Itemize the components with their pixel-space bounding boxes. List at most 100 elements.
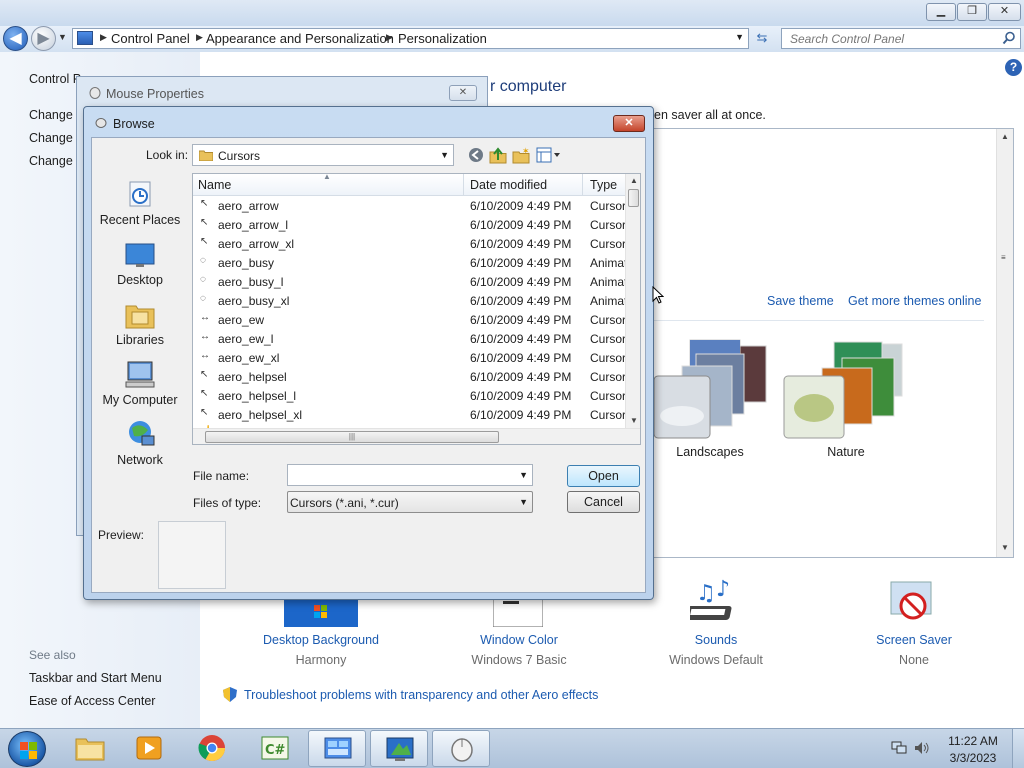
theme-scrollbar[interactable]: ▲ ≡ ▼ [996,129,1013,557]
up-folder-icon[interactable] [489,146,507,164]
file-row[interactable]: ↖ aero_helpsel_l 6/10/2009 4:49 PM Cursor [193,386,625,405]
theme-label-landscapes[interactable]: Landscapes [650,445,770,459]
clock-date[interactable]: 3/3/2023 [940,751,1006,765]
file-row[interactable]: ↖ aero_arrow_xl 6/10/2009 4:49 PM Cursor [193,234,625,253]
taskbar-start-menu-link[interactable]: Taskbar and Start Menu [29,671,162,685]
chevron-down-icon[interactable]: ▼ [440,150,449,160]
taskbar-csharp[interactable]: C# [246,730,304,767]
back-button[interactable]: ◀ [3,26,28,51]
sidebar-link-2[interactable]: Change [29,131,73,145]
minimize-button[interactable]: ▁ [926,3,956,21]
chevron-right-icon[interactable]: ▶ [386,32,393,43]
window-color-link[interactable]: Window Color [439,633,599,647]
libraries-icon [125,305,155,329]
back-icon[interactable] [467,146,485,164]
chevron-down-icon[interactable]: ▼ [519,497,528,507]
breadcrumb-personalization[interactable]: Personalization [398,31,487,46]
open-button[interactable]: Open [567,465,640,487]
file-row[interactable]: ◌ aero_busy 6/10/2009 4:49 PM Animated [193,253,625,272]
control-panel-icon [77,31,93,45]
get-more-themes-link[interactable]: Get more themes online [848,294,981,308]
chevron-right-icon[interactable]: ▶ [196,32,203,43]
chevron-down-icon[interactable]: ▼ [735,32,744,42]
ease-of-access-link[interactable]: Ease of Access Center [29,694,155,708]
desktop-background-icon[interactable] [284,597,358,627]
file-type: Cursor [590,332,625,346]
column-header-name[interactable]: Name [198,178,231,192]
window-color-icon[interactable] [493,597,543,627]
file-row[interactable]: ◌ aero_busy_xl 6/10/2009 4:49 PM Animated [193,291,625,310]
file-row[interactable]: ↖ aero_arrow_l 6/10/2009 4:49 PM Cursor [193,215,625,234]
desktop-background-link[interactable]: Desktop Background [241,633,401,647]
sounds-link[interactable]: Sounds [636,633,796,647]
clock-time[interactable]: 11:22 AM [940,734,1006,748]
taskbar-personalization[interactable] [370,730,428,767]
chevron-right-icon[interactable]: ▶ [100,32,107,43]
windows-logo-icon [20,742,28,750]
mouse-cursor-icon [652,286,664,304]
horizontal-scrollbar[interactable]: ||| [193,428,640,444]
sidebar-control-panel-home[interactable]: Control P [29,72,81,86]
save-theme-link[interactable]: Save theme [767,294,834,308]
close-button[interactable]: ✕ [988,3,1021,21]
help-icon[interactable]: ? [1005,59,1022,76]
sort-ascending-icon: ▲ [323,173,331,181]
column-header-type[interactable]: Type [590,178,617,192]
breadcrumb-appearance[interactable]: Appearance and Personalization [206,31,394,46]
show-desktop-button[interactable] [1012,729,1024,768]
file-list[interactable]: ▲ Name Date modified Type ↖ aero_arrow 6/1… [192,173,641,445]
volume-icon[interactable] [914,741,930,755]
file-row[interactable]: ↖ aero_arrow 6/10/2009 4:49 PM Cursor [193,196,625,215]
file-name-input[interactable]: ▼ [287,464,533,486]
close-button[interactable]: ✕ [449,85,477,101]
taskbar-chrome[interactable] [183,730,241,767]
file-row[interactable]: ↔ aero_ew_l 6/10/2009 4:49 PM Cursor [193,329,625,348]
start-button[interactable] [8,731,46,767]
landscapes-theme-thumbnail[interactable] [650,332,770,440]
nature-theme-thumbnail[interactable] [782,332,910,440]
my-computer-icon [125,361,155,388]
taskbar-control-panel[interactable] [308,730,366,767]
place-label: Desktop [117,273,163,287]
vertical-scrollbar[interactable]: ▲ ▼ [625,174,640,428]
place-label: My Computer [102,393,178,407]
file-name: aero_arrow_l [218,218,289,232]
places-bar: Recent Places Desktop Libraries My Compu… [92,174,187,467]
close-button[interactable]: ✕ [613,115,645,132]
search-input[interactable]: Search Control Panel [781,28,1021,49]
file-row[interactable]: ◌ aero_busy_l 6/10/2009 4:49 PM Animated [193,272,625,291]
recent-pages-dropdown[interactable]: ▼ [58,32,67,42]
screen-saver-icon[interactable] [889,578,937,626]
taskbar-media-player[interactable] [120,730,178,767]
network-tray-icon[interactable] [891,741,907,755]
taskbar-explorer[interactable] [61,730,119,767]
taskbar-mouse-properties[interactable] [432,730,490,767]
sounds-icon[interactable]: ♫ ♪ [690,578,742,626]
refresh-icon[interactable]: ⇆ [752,30,772,48]
forward-button[interactable]: ▶ [31,26,56,51]
view-menu-icon[interactable] [535,146,561,164]
file-row[interactable]: ↖ aero_helpsel 6/10/2009 4:49 PM Cursor [193,367,625,386]
chevron-down-icon[interactable]: ▼ [519,470,528,480]
maximize-button[interactable]: ❐ [957,3,987,21]
files-of-type-select[interactable]: Cursors (*.ani, *.cur) ▼ [287,491,533,513]
svg-text:C#: C# [265,743,286,758]
theme-label-nature[interactable]: Nature [786,445,906,459]
column-header-date[interactable]: Date modified [470,178,547,192]
file-row[interactable]: ↖ aero_helpsel_xl 6/10/2009 4:49 PM Cursor [193,405,625,424]
file-row[interactable]: ↔ aero_ew 6/10/2009 4:49 PM Cursor [193,310,625,329]
file-row[interactable]: ↔ aero_ew_xl 6/10/2009 4:49 PM Cursor [193,348,625,367]
new-folder-icon[interactable]: ✶ [512,146,530,164]
search-icon[interactable] [1002,31,1016,45]
screen-saver-link[interactable]: Screen Saver [834,633,994,647]
cancel-button[interactable]: Cancel [567,491,640,513]
file-name: aero_ew_xl [218,351,280,365]
breadcrumb-control-panel[interactable]: Control Panel [111,31,190,46]
troubleshoot-link[interactable]: Troubleshoot problems with transparency … [244,688,598,702]
shield-icon [223,687,237,702]
sidebar-link-1[interactable]: Change [29,108,73,122]
address-bar[interactable]: ▶ Control Panel ▶ Appearance and Persona… [72,28,749,49]
place-label: Network [117,453,163,467]
look-in-select[interactable]: Cursors ▼ [192,144,454,166]
sidebar-link-3[interactable]: Change [29,154,73,168]
